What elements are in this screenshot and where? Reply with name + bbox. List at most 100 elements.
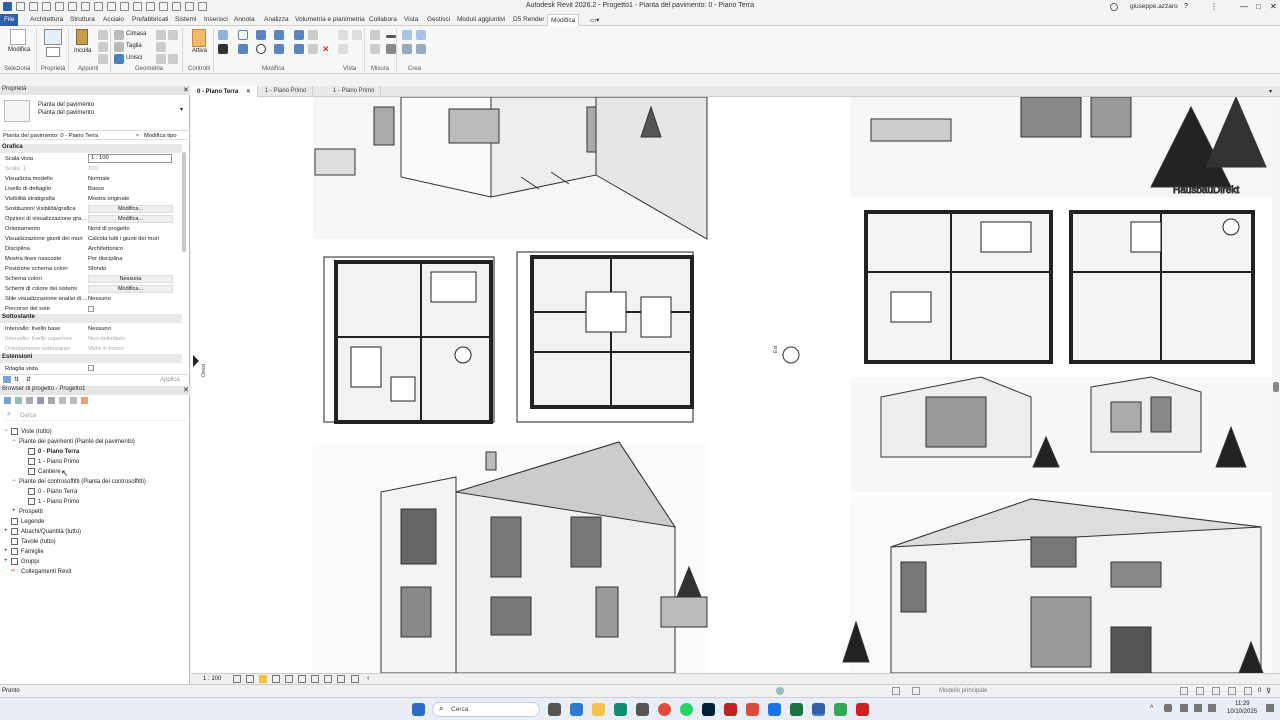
expand-ceiling-plans-icon[interactable]: − (12, 478, 16, 484)
prop-row[interactable]: Orientamento Nord di progetto (0, 224, 182, 234)
browser-settings-icon[interactable] (81, 397, 88, 404)
demolish-icon[interactable] (168, 30, 178, 40)
tray-chevron-up-icon[interactable]: ^ (1150, 705, 1153, 712)
prop-value[interactable]: Per disciplina (88, 256, 172, 262)
scroll-left-icon[interactable]: ‹ (367, 675, 369, 682)
tab-struttura[interactable]: Struttura (70, 16, 95, 23)
section-grafica[interactable]: Grafica (0, 144, 182, 153)
prop-edit-button[interactable]: Modifica... (88, 205, 173, 213)
tree-cp-piano-primo[interactable]: 1 - Piano Primo (38, 499, 79, 505)
instance-selector[interactable]: Pianta del pavimento: 0 - Piano Terra ▾ … (2, 130, 188, 140)
reveal-hidden-icon[interactable] (324, 675, 332, 683)
prop-row[interactable]: Mostra linee nascoste Per disciplina (0, 254, 182, 264)
modify-button-label[interactable]: Modifica (8, 47, 30, 53)
trim-single-icon[interactable] (352, 30, 362, 40)
prop-row[interactable]: Schemi di colore dei sistemi Modifica... (0, 284, 182, 294)
view-tab-piano-primo[interactable]: 1 - Piano Primo (259, 86, 314, 97)
prop-value[interactable]: Normale (88, 176, 172, 182)
active-model-label[interactable]: Modello principale (939, 688, 987, 694)
prop-edit-button[interactable]: Nessuna (88, 275, 173, 283)
prop-value[interactable]: 1 : 100 (88, 154, 172, 163)
tab-sistemi[interactable]: Sistemi (175, 16, 196, 23)
group-seleziona[interactable]: Seleziona (4, 66, 30, 72)
vertical-scrollbar[interactable] (1272, 97, 1280, 673)
copy-icon[interactable] (98, 42, 108, 52)
view-tab-piano-terra[interactable]: 0 - Piano Terra ✕ (191, 86, 258, 97)
red-app-icon[interactable] (856, 703, 869, 716)
search-input[interactable]: Cerca (20, 413, 36, 419)
create-group-icon[interactable] (402, 44, 412, 54)
widgets-icon[interactable] (570, 703, 583, 716)
join-label[interactable]: Unisci (126, 55, 142, 61)
prop-row[interactable]: Visualizza modello Normale (0, 174, 182, 184)
browser-group-icon[interactable] (59, 397, 66, 404)
prop-value[interactable]: Nessuno (88, 296, 172, 302)
editable-only-icon[interactable] (912, 687, 920, 695)
analytical-model-icon[interactable] (337, 675, 345, 683)
tree-schedules[interactable]: Abachi/Quantità (tutto) (21, 529, 81, 535)
tree-sheets[interactable]: Tavole (tutto) (21, 539, 56, 545)
task-view-icon[interactable] (548, 703, 561, 716)
tab-moduli-aggiuntivi[interactable]: Moduli aggiuntivi (457, 16, 505, 23)
prop-row[interactable]: Sostituzioni visibilità/grafica Modifica.… (0, 204, 182, 214)
crop-view-checkbox[interactable] (88, 365, 94, 371)
activate-controls-icon[interactable] (192, 29, 206, 47)
store-icon[interactable] (636, 703, 649, 716)
underlay-row[interactable]: Intervallo: livello base Nessuno (0, 324, 182, 334)
prop-value[interactable]: 100 (88, 166, 172, 172)
tree-views[interactable]: Viste (tutto) (21, 429, 52, 435)
create-parts-icon[interactable] (416, 30, 426, 40)
select-by-face-icon[interactable] (1228, 687, 1236, 695)
detail-level-icon[interactable] (233, 675, 241, 683)
aligned-dimension-icon[interactable] (386, 44, 396, 54)
notifications-icon[interactable] (1266, 704, 1274, 712)
show-crop-icon[interactable] (298, 675, 306, 683)
rotate-icon[interactable] (256, 44, 266, 54)
section-estensioni[interactable]: Estensioni (0, 354, 182, 363)
remove-paint-icon[interactable] (168, 54, 178, 64)
paint-icon[interactable] (156, 54, 166, 64)
tree-fp-piano-terra[interactable]: 0 - Piano Terra (38, 449, 79, 455)
clock-time[interactable]: 11:29 (1235, 701, 1250, 707)
outlook-icon[interactable] (768, 703, 781, 716)
help-icon[interactable] (3, 376, 11, 383)
unpin-icon[interactable] (338, 30, 348, 40)
prop-value[interactable]: Basso (88, 186, 172, 192)
type-selector-chevron-down-icon[interactable]: ▾ (180, 106, 183, 113)
help-search-icon[interactable] (1110, 3, 1118, 11)
properties-icon[interactable] (44, 29, 62, 45)
browser-schedule-icon[interactable] (37, 397, 44, 404)
browser-close-icon[interactable]: ✕ (183, 386, 189, 394)
expand-views-icon[interactable]: − (4, 428, 8, 434)
whatsapp-icon[interactable] (680, 703, 693, 716)
mirror-draw-icon[interactable] (274, 30, 284, 40)
select-underlay-icon[interactable] (1196, 687, 1204, 695)
wifi-icon[interactable] (1180, 704, 1188, 712)
clock-date[interactable]: 10/10/2025 (1227, 709, 1257, 715)
tab-file[interactable]: File (0, 14, 19, 26)
properties-close-icon[interactable]: ✕ (183, 86, 189, 94)
maximize-icon[interactable]: □ (1256, 2, 1261, 11)
crop-view-icon[interactable] (285, 675, 293, 683)
edit-type-button[interactable]: Modifica tipo (144, 133, 177, 139)
prop-value[interactable]: Mostra originale (88, 196, 172, 202)
worksharing-icon[interactable] (776, 687, 784, 695)
type-name-line1[interactable]: Pianta del pavimento (38, 102, 94, 108)
acrobat-icon[interactable] (724, 703, 737, 716)
prop-row[interactable]: Livello di dettaglio Basso (0, 184, 182, 194)
volume-icon[interactable] (1194, 704, 1202, 712)
activate-label[interactable]: Attiva (192, 48, 207, 54)
split-face-icon[interactable] (156, 42, 166, 52)
sun-path-checkbox[interactable] (88, 306, 94, 312)
browser-link-icon[interactable] (70, 397, 77, 404)
tab-volumetria[interactable]: Volumetria e planimetria (295, 16, 365, 23)
elevation-marker-west[interactable]: Ovest (193, 355, 207, 377)
tree-families[interactable]: Famiglie (21, 549, 44, 555)
help-icon[interactable]: ? (1184, 3, 1188, 10)
match-type-icon[interactable] (98, 54, 108, 64)
trim-icon[interactable] (274, 44, 284, 54)
view-tabs-menu-icon[interactable]: ▾ (1269, 88, 1272, 95)
hide-view-icon[interactable] (370, 30, 380, 40)
tab-collabora[interactable]: Collabora (369, 16, 397, 23)
create-similar-icon[interactable] (416, 44, 426, 54)
